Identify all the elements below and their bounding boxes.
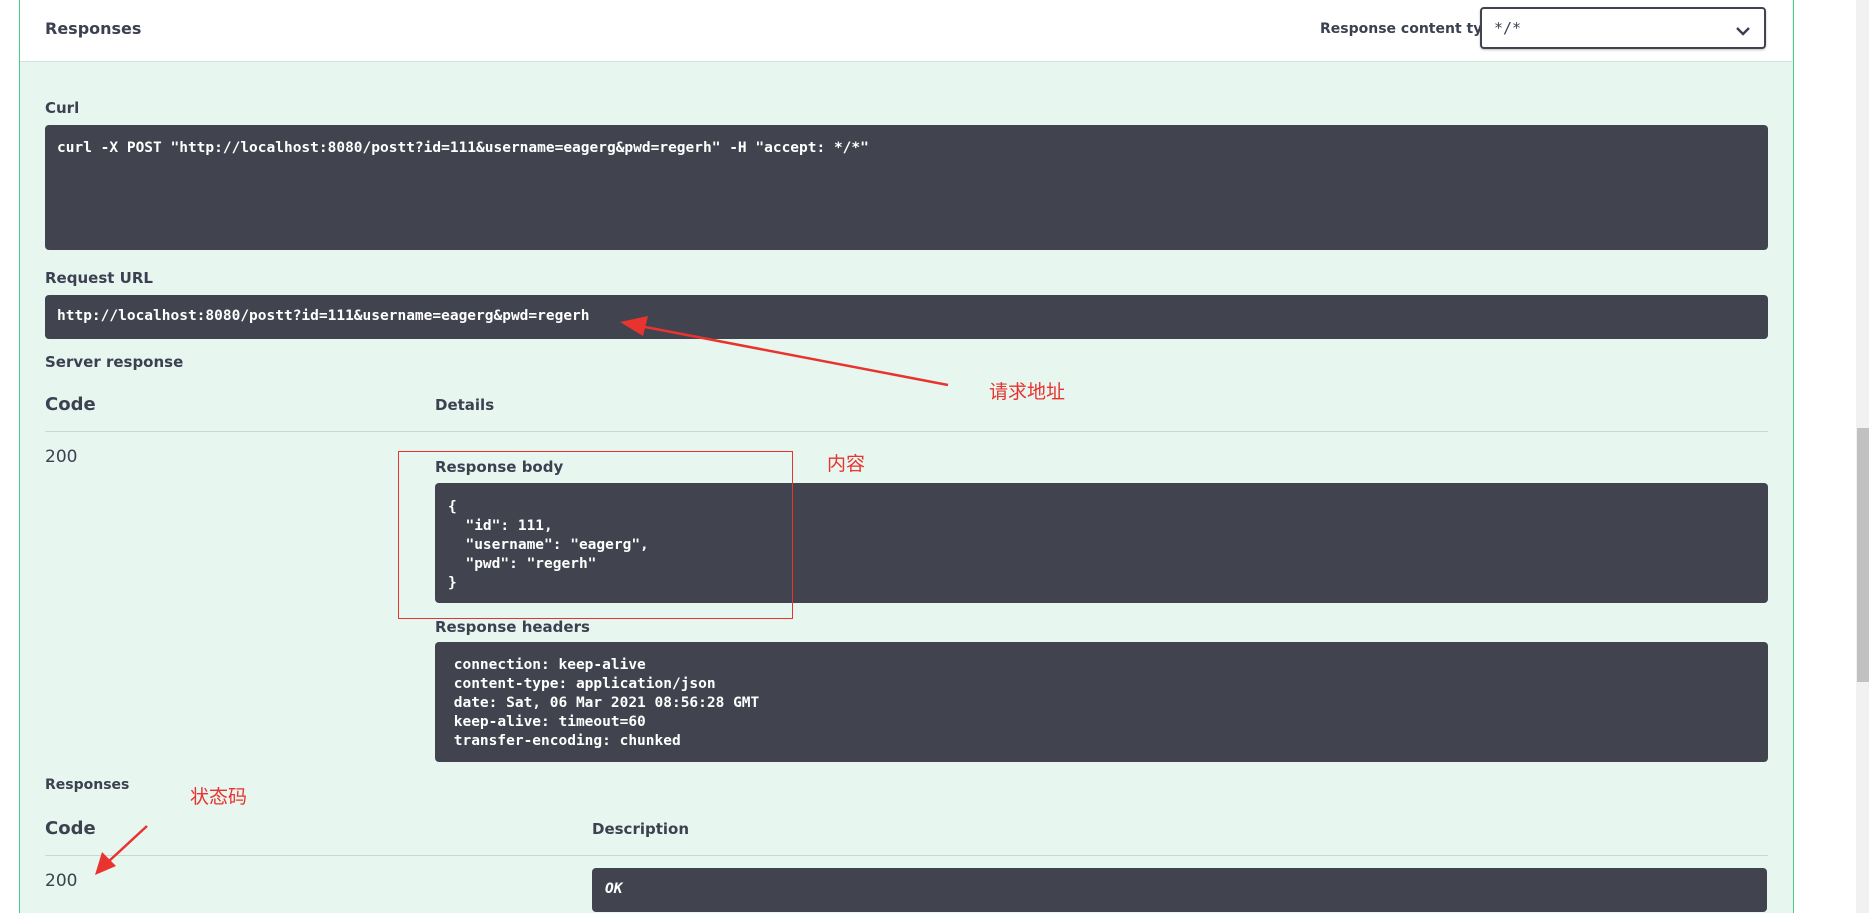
arrow-to-request-url — [620, 316, 949, 387]
annotation-arrows — [95, 316, 949, 875]
arrow-to-status-code — [95, 825, 148, 875]
